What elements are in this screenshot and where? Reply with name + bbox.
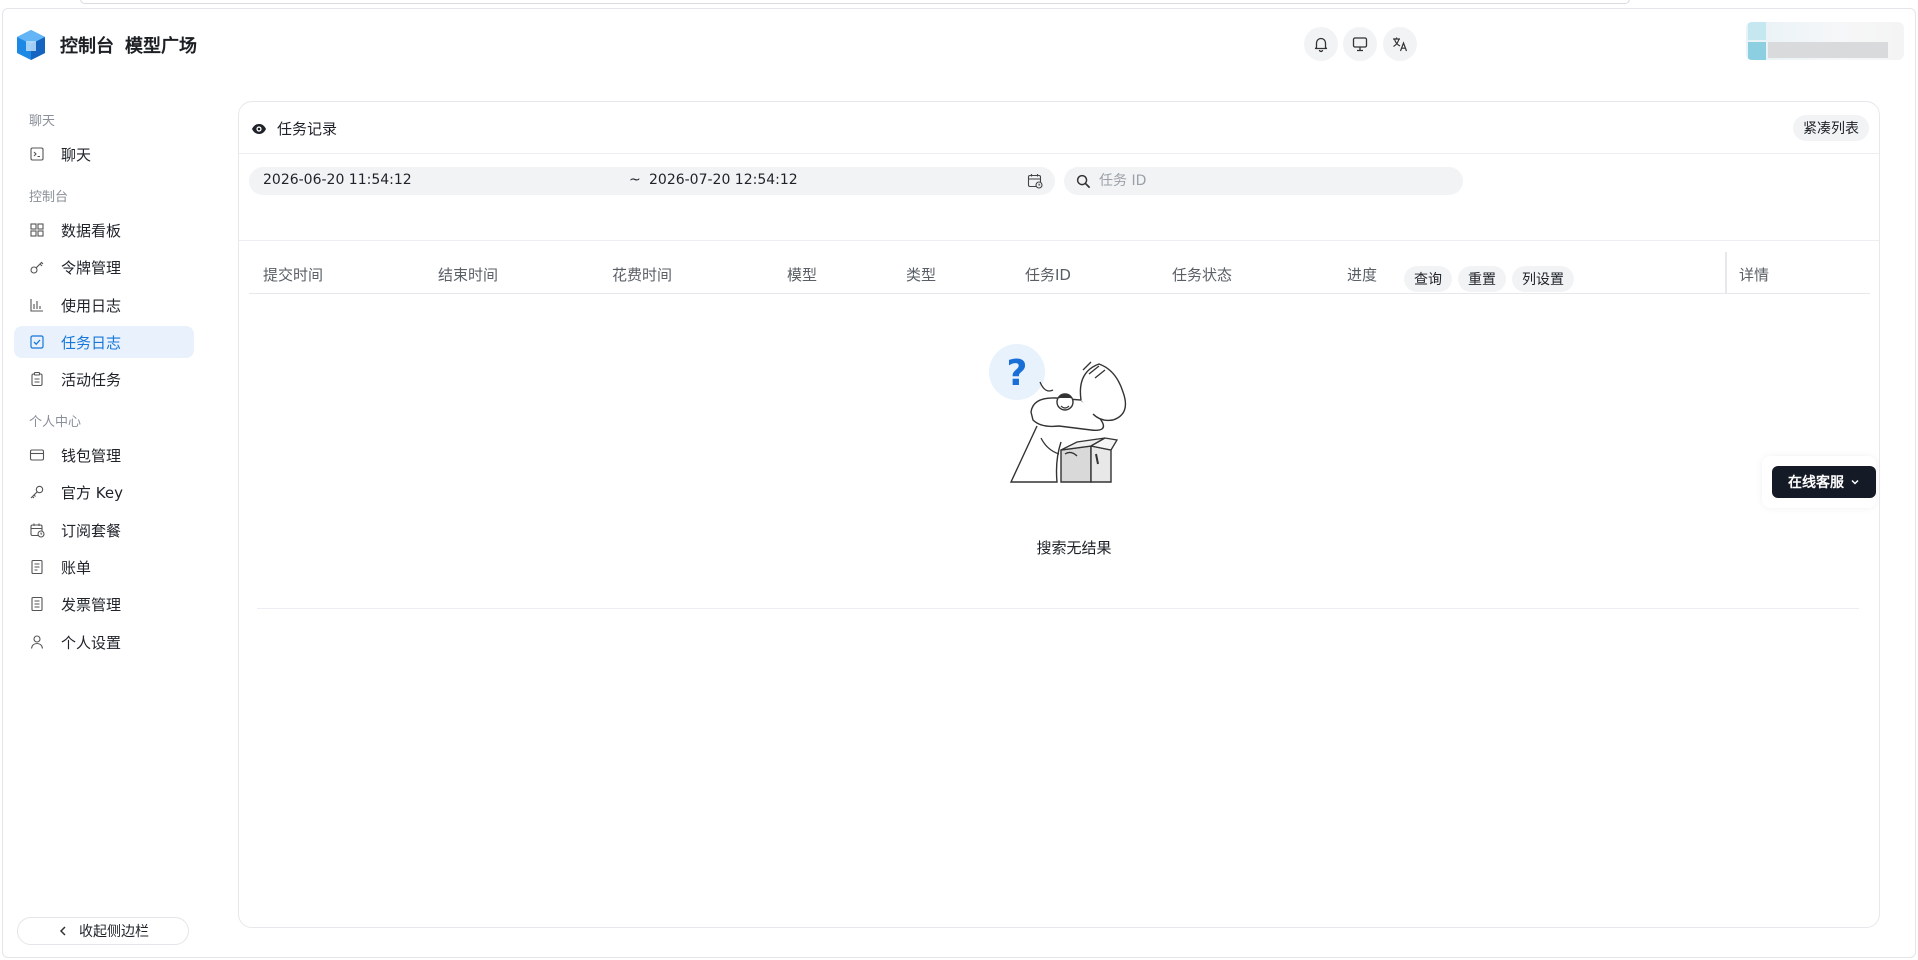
- dashboard-icon: [29, 222, 45, 238]
- sidebar-item-label: 活动任务: [61, 370, 122, 389]
- checkbox-icon: [29, 334, 45, 350]
- calendar-icon: [1027, 174, 1043, 189]
- key-icon: [29, 484, 45, 500]
- date-range-picker[interactable]: 2026-06-20 11:54:12 ~ 2026-07-20 12:54:1…: [249, 167, 1055, 195]
- column-header-task-id: 任务ID: [1025, 266, 1071, 284]
- date-end: 2026-07-20 12:54:12: [649, 172, 798, 188]
- sidebar-item-label: 账单: [61, 558, 92, 577]
- sidebar-item-label: 官方 Key: [61, 483, 123, 502]
- chevron-left-icon: [59, 926, 66, 936]
- clipboard-icon: [29, 371, 45, 387]
- task-record-card: 任务记录 紧凑列表 2026-06-20 11:54:12 ~ 2026-07-…: [238, 101, 1880, 928]
- monitor-icon: [1352, 37, 1368, 52]
- sidebar-item-label: 数据看板: [61, 221, 122, 240]
- section-title-personal: 个人中心: [29, 415, 82, 430]
- column-header-end-time: 结束时间: [438, 266, 499, 284]
- sidebar: 聊天 聊天 控制台 数据看板 令牌管理 使用日志 任务日志 活动任务 个人中心 …: [0, 100, 200, 945]
- svg-text:?: ?: [1007, 353, 1028, 394]
- column-header-task-status: 任务状态: [1172, 266, 1233, 284]
- user-avatar[interactable]: [1746, 22, 1904, 60]
- compact-list-button[interactable]: 紧凑列表: [1793, 115, 1869, 141]
- column-header-submit-time: 提交时间: [263, 266, 324, 284]
- empty-state-illustration: ?: [981, 342, 1141, 506]
- sidebar-item-official-key[interactable]: 官方 Key: [14, 476, 194, 508]
- sidebar-item-bill[interactable]: 账单: [14, 551, 194, 583]
- bar-chart-icon: [29, 297, 45, 313]
- sidebar-item-label: 任务日志: [61, 333, 122, 352]
- key-icon: [29, 259, 45, 275]
- task-id-input[interactable]: [1099, 173, 1439, 189]
- sidebar-item-label: 订阅套餐: [61, 521, 122, 540]
- card-title-text: 任务记录: [277, 120, 338, 138]
- sidebar-item-usage-log[interactable]: 使用日志: [14, 289, 194, 321]
- column-header-duration: 花费时间: [612, 266, 673, 284]
- date-separator: ~: [629, 172, 641, 188]
- sidebar-item-active-tasks[interactable]: 活动任务: [14, 363, 194, 395]
- search-icon: [1076, 174, 1091, 188]
- online-support-widget: 在线客服: [1762, 456, 1876, 508]
- user-icon: [29, 634, 45, 650]
- sidebar-item-label: 发票管理: [61, 595, 122, 614]
- nav-model-square[interactable]: 模型广场: [125, 32, 197, 58]
- column-header-model: 模型: [787, 266, 818, 284]
- wallet-icon: [29, 447, 45, 463]
- calendar-clock-icon: [29, 522, 45, 538]
- task-id-search: [1064, 167, 1463, 195]
- language-button[interactable]: [1383, 27, 1417, 61]
- display-button[interactable]: [1343, 27, 1377, 61]
- sidebar-item-token-management[interactable]: 令牌管理: [14, 251, 194, 283]
- sidebar-item-label: 钱包管理: [61, 446, 122, 465]
- online-support-label: 在线客服: [1788, 475, 1844, 491]
- receipt-icon: [29, 559, 45, 575]
- invoice-icon: [29, 596, 45, 612]
- sidebar-item-label: 使用日志: [61, 296, 122, 315]
- chat-icon: [29, 146, 45, 162]
- empty-state-text: 搜索无结果: [1036, 539, 1112, 557]
- sidebar-item-wallet[interactable]: 钱包管理: [14, 439, 194, 471]
- section-title-chat: 聊天: [29, 114, 56, 129]
- date-start: 2026-06-20 11:54:12: [263, 172, 412, 188]
- card-header: 任务记录 紧凑列表: [239, 102, 1879, 154]
- filter-divider: [239, 240, 1879, 241]
- table-header: 提交时间 结束时间 花费时间 模型 类型 任务ID 任务状态 进度 详情: [249, 252, 1870, 294]
- translate-icon: [1393, 37, 1408, 52]
- sidebar-item-label: 令牌管理: [61, 258, 122, 277]
- eye-icon: [252, 123, 266, 134]
- column-header-type: 类型: [906, 266, 937, 284]
- bell-icon: [1314, 37, 1328, 53]
- top-header: 控制台 模型广场: [0, 20, 1918, 70]
- table-bottom-divider: [257, 608, 1859, 609]
- sidebar-item-invoice[interactable]: 发票管理: [14, 588, 194, 620]
- chevron-down-icon: [1851, 479, 1859, 485]
- logo-cube-icon[interactable]: [16, 29, 46, 61]
- notification-button[interactable]: [1304, 27, 1338, 61]
- column-divider: [1725, 252, 1727, 294]
- sidebar-item-label: 聊天: [61, 145, 92, 164]
- sidebar-item-subscription[interactable]: 订阅套餐: [14, 514, 194, 546]
- collapse-sidebar-label: 收起侧边栏: [79, 924, 149, 940]
- online-support-button[interactable]: 在线客服: [1772, 466, 1876, 498]
- column-header-progress: 进度: [1347, 266, 1378, 284]
- collapse-sidebar-button[interactable]: 收起侧边栏: [17, 917, 189, 945]
- sidebar-item-personal-settings[interactable]: 个人设置: [14, 626, 194, 658]
- card-title: 任务记录: [251, 118, 337, 139]
- column-header-details: 详情: [1739, 266, 1770, 284]
- sidebar-item-label: 个人设置: [61, 633, 122, 652]
- sidebar-item-chat[interactable]: 聊天: [14, 138, 194, 170]
- sidebar-item-task-log[interactable]: 任务日志: [14, 326, 194, 358]
- sidebar-item-dashboard[interactable]: 数据看板: [14, 214, 194, 246]
- browser-top-strip: [80, 0, 1630, 4]
- section-title-console: 控制台: [29, 190, 69, 205]
- nav-console[interactable]: 控制台: [60, 32, 114, 58]
